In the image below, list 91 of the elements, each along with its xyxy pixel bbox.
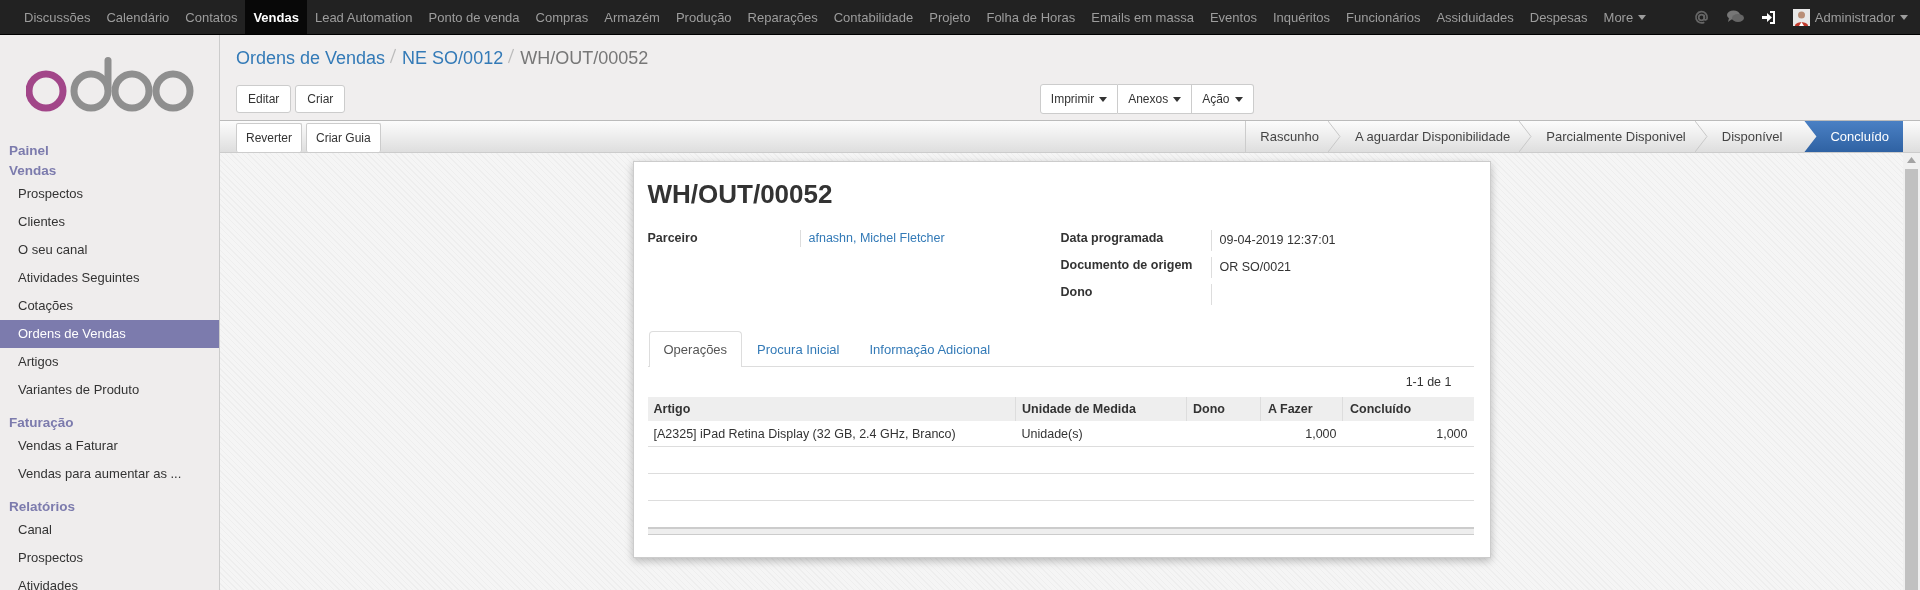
sidebar-item[interactable]: Prospectos [0, 544, 219, 572]
sidebar-item[interactable]: Cotações [0, 292, 219, 320]
dropdown-button[interactable]: Anexos [1118, 84, 1193, 114]
caret-icon [1638, 14, 1647, 20]
table-cell: Unidade(s) [1015, 421, 1187, 447]
menu-item[interactable]: Projeto [921, 0, 979, 34]
caret-icon [1900, 14, 1908, 20]
tab[interactable]: Procura Inicial [742, 331, 855, 367]
column-header[interactable]: A Fazer [1260, 397, 1343, 421]
sidebar-item[interactable]: O seu canal [0, 236, 219, 264]
sidebar-item[interactable]: Clientes [0, 208, 219, 236]
caret-icon [1234, 96, 1243, 102]
sidebar-item[interactable]: Prospectos [0, 180, 219, 208]
column-header[interactable]: Dono [1186, 397, 1261, 421]
chevron-icon [1519, 121, 1533, 152]
sidebar-item[interactable]: Atividades Seguintes [0, 264, 219, 292]
column-header[interactable]: Unidade de Medida [1015, 397, 1187, 421]
menu-item[interactable]: Ponto de venda [420, 0, 528, 34]
sidebar-item[interactable]: Vendas a Faturar [0, 432, 219, 460]
arrow-up-icon[interactable] [1907, 157, 1916, 163]
field-label: Documento de origem [1060, 257, 1194, 274]
record-title: WH/OUT/00052 [647, 178, 834, 210]
logo-icon[interactable] [25, 57, 194, 112]
sidebar-item[interactable]: Vendas para aumentar as ... [0, 460, 219, 488]
sidebar-item[interactable]: Ordens de Vendas [0, 320, 219, 348]
breadcrumb-item: WH/OUT/00052 [520, 47, 649, 70]
tab[interactable]: Informação Adicional [854, 331, 1006, 367]
menu-item[interactable]: Calendário [98, 0, 178, 34]
menu-item[interactable]: Produção [667, 0, 740, 34]
breadcrumb-item[interactable]: NE SO/0012 [402, 45, 504, 71]
breadcrumb-item[interactable]: Ordens de Vendas [236, 45, 386, 71]
sign-in-icon[interactable] [1761, 10, 1776, 24]
menu-item[interactable]: Despesas [1521, 0, 1596, 34]
column-header[interactable]: Artigo [647, 397, 1016, 421]
menu-item[interactable]: Assiduidades [1428, 0, 1522, 34]
menu-item[interactable]: Eventos [1201, 0, 1265, 34]
menu-item[interactable]: Vendas [245, 0, 307, 34]
sidebar-item[interactable]: Canal [0, 516, 219, 544]
at-icon[interactable] [1693, 9, 1709, 25]
column-header[interactable]: Concluído [1342, 397, 1474, 421]
menu-item[interactable]: Contatos [177, 0, 246, 34]
dropdown-button[interactable]: Ação [1192, 84, 1254, 114]
field-value: 09-04-2019 12:37:01 [1210, 230, 1474, 251]
partner-link[interactable]: afnashn, Michel Fletcher [799, 230, 1061, 247]
field-label: Data programada [1060, 230, 1165, 247]
menu-item[interactable]: Inquéritos [1264, 0, 1338, 34]
menu-section[interactable]: Relatórios [0, 496, 219, 516]
menu-item[interactable]: Folha de Horas [978, 0, 1084, 34]
sidebar-item[interactable]: Variantes de Produto [0, 376, 219, 404]
menu-item[interactable]: Funcionários [1338, 0, 1429, 34]
stage-step[interactable]: Disponível [1707, 121, 1805, 152]
slash-icon [390, 48, 397, 64]
menu-item[interactable]: Compras [527, 0, 597, 34]
avatar-icon [1792, 8, 1810, 26]
stage-step[interactable]: A aguardar Disponibilidade [1340, 121, 1533, 152]
action-button[interactable]: Criar Guia [306, 123, 381, 152]
chevron-icon [1694, 121, 1708, 152]
field-value: OR SO/0021 [1210, 257, 1474, 278]
menu-item[interactable]: Armazém [596, 0, 668, 34]
chat-icon[interactable] [1726, 10, 1744, 24]
sidebar-item[interactable]: Artigos [0, 348, 219, 376]
menu-item[interactable]: Discussões [16, 0, 99, 34]
chevron-icon [1327, 121, 1341, 152]
more-menu[interactable]: More [1595, 0, 1655, 34]
table-cell: 1,000 [1260, 421, 1343, 447]
stage-step[interactable]: Concluído [1804, 121, 1903, 152]
user-menu[interactable]: Administrador [1784, 0, 1920, 34]
sidebar-item[interactable]: Atividades [0, 572, 219, 590]
pager-text: 1-1 de 1 [1405, 375, 1452, 389]
field-label: Parceiro [647, 230, 699, 247]
menu-item[interactable]: Lead Automation [306, 0, 421, 34]
table-cell: [A2325] iPad Retina Display (32 GB, 2.4 GHz, Branco) [647, 421, 1016, 447]
toolbar-button[interactable]: Editar [236, 85, 292, 113]
caret-icon [1099, 96, 1108, 102]
toolbar-button[interactable]: Criar [295, 85, 346, 113]
menu-section[interactable]: Faturação [0, 412, 219, 432]
stage-step[interactable]: Parcialmente Disponivel [1532, 121, 1708, 152]
menu-section[interactable]: Vendas [0, 160, 219, 180]
menu-item[interactable]: Contabilidade [825, 0, 922, 34]
stage-step[interactable]: Rascunho [1246, 121, 1341, 152]
menu-section[interactable]: Painel [0, 140, 219, 160]
caret-icon [1173, 96, 1182, 102]
slash-icon [508, 48, 515, 64]
dropdown-button[interactable]: Imprimir [1039, 84, 1119, 114]
tab[interactable]: Operações [648, 331, 743, 367]
action-button[interactable]: Reverter [236, 123, 302, 152]
field-label: Dono [1060, 284, 1094, 301]
menu-item[interactable]: Reparações [739, 0, 826, 34]
menu-item[interactable]: Emails em massa [1083, 0, 1202, 34]
table-cell: 1,000 [1342, 421, 1474, 447]
scrollbar[interactable] [1903, 153, 1920, 590]
